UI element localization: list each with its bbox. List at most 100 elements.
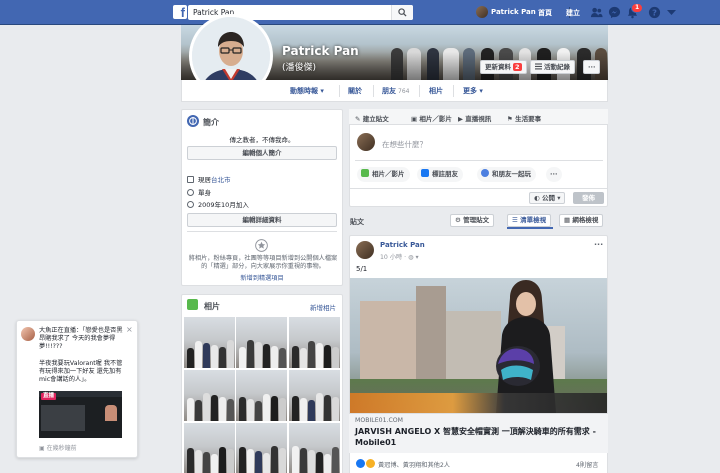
tag-friends-label: 標註朋友	[432, 170, 458, 178]
photo-thumbnail[interactable]	[236, 423, 287, 473]
photo-thumbnail[interactable]	[236, 370, 287, 421]
feeling-label: 和朋友一起玩	[492, 170, 531, 178]
search-button[interactable]	[391, 5, 413, 20]
link-domain: MOBILE01.COM	[355, 417, 404, 424]
edit-bio-button[interactable]: 編輯個人簡介	[187, 146, 337, 160]
photo-button-label: 相片／影片	[372, 170, 405, 178]
messenger-icon[interactable]	[608, 6, 621, 19]
live-popup-footer: ▣ 在幾秒鐘前	[39, 443, 77, 452]
composer-tab-create-post[interactable]: ✎ 建立貼文	[355, 113, 389, 123]
photo-thumbnail[interactable]	[236, 317, 287, 368]
activity-log-button[interactable]: 活動紀錄	[530, 60, 575, 74]
photo-video-button[interactable]: 相片／影片	[357, 167, 410, 182]
composer-divider	[355, 160, 603, 161]
help-icon[interactable]: ?	[648, 6, 661, 19]
tag-friends-button[interactable]: 標註朋友	[417, 167, 463, 182]
streamer-avatar	[21, 327, 35, 341]
photos-icon	[187, 299, 198, 310]
intro-divider	[187, 231, 337, 232]
add-featured-link[interactable]: 新增到精選項目	[181, 273, 343, 282]
post-body: 5/1	[356, 265, 368, 273]
globe-icon	[187, 115, 199, 127]
comment-count[interactable]: 4則留言	[576, 460, 599, 469]
tab-timeline[interactable]: 動態時報 ▾	[290, 86, 324, 96]
composer-tab-life-event[interactable]: ⚑ 生活要事	[507, 113, 541, 123]
friends-icon[interactable]	[590, 6, 603, 19]
intro-bio: 傳之教者，不傳我命。	[229, 136, 295, 144]
post-author-name[interactable]: Patrick Pan	[380, 241, 425, 249]
manage-posts-label: 管理貼文	[463, 216, 490, 224]
nav-create-link[interactable]: 建立	[566, 8, 580, 18]
location-city-link[interactable]: 台北市	[211, 176, 231, 184]
link-title[interactable]: JARVISH ANGELO X 智慧安全帽實測 一頂解決騎車的所有需求 - M…	[355, 426, 601, 448]
photo-thumbnail[interactable]	[184, 370, 235, 421]
cover-more-button[interactable]: ···	[583, 60, 601, 74]
public-globe-icon: ◍ ▾	[408, 254, 419, 261]
featured-description: 將相片，粉絲專頁，社團等等項目新增到公開個人檔案的「精選」部分，向大家展示你重視…	[188, 255, 338, 270]
location-prefix: 現居	[198, 176, 211, 184]
photo-thumbnail[interactable]	[184, 317, 235, 368]
intro-title: 簡介	[203, 118, 219, 127]
svg-text:?: ?	[652, 7, 657, 17]
photo-thumbnail[interactable]	[289, 423, 340, 473]
facebook-logo-icon[interactable]: f	[173, 5, 187, 19]
privacy-selector[interactable]: ◐ 公開 ▾	[529, 192, 566, 204]
grid-view-button[interactable]: ▦ 網格檢視	[559, 214, 604, 227]
photo-thumbnail[interactable]	[184, 423, 235, 473]
tab-friends[interactable]: 朋友 764	[382, 86, 409, 96]
live-message-title: 大魚正在直播：「戀愛也是否黑昂賭我求了 今天的我會夢得夢!!!???	[39, 327, 123, 350]
composer-tab-photo[interactable]: ▣ 相片／影片	[411, 113, 452, 123]
activity-log-label: 活動紀錄	[544, 63, 570, 71]
nav-profile-link[interactable]: Patrick Pan	[491, 8, 536, 16]
update-info-button[interactable]: 更新資料 2	[480, 60, 527, 74]
post-time: 10 小時 ·	[380, 254, 409, 261]
notification-count-badge: 1	[631, 3, 644, 13]
edit-details-button[interactable]: 編輯詳細資料	[187, 213, 337, 227]
nav-home-link[interactable]: 首頁	[538, 8, 552, 18]
feeling-icon	[481, 169, 489, 177]
reaction-summary[interactable]: 黃冠博、黃羽翔和其他2人	[378, 460, 450, 469]
heart-icon	[187, 189, 194, 196]
post-timestamp[interactable]: 10 小時 · ◍ ▾	[380, 252, 419, 261]
post-button[interactable]: 發佈	[573, 192, 604, 204]
close-popup-icon[interactable]: ×	[126, 325, 133, 334]
add-photos-link[interactable]: 新增相片	[310, 302, 336, 312]
joined-date: 2009年10月加入	[198, 201, 249, 209]
create-post-label: 建立貼文	[362, 115, 389, 123]
privacy-label: 公開 ▾	[541, 194, 561, 202]
live-message-body: 半夜我要玩Valorant喔 我不管 有玩得來加一下好友 還先加有mic會講話的…	[39, 360, 123, 383]
composer-avatar	[357, 133, 375, 151]
friends-count: 764	[398, 88, 410, 95]
like-reaction-icon	[356, 459, 365, 468]
tab-about[interactable]: 關於	[348, 86, 362, 96]
composer-tab-live[interactable]: ▶ 直播視訊	[458, 113, 491, 123]
composer-input[interactable]: 在想些什麼？	[382, 139, 427, 150]
manage-posts-button[interactable]: ⚙ 管理貼文	[450, 214, 495, 227]
list-view-button[interactable]: ☰ 清單檢視	[507, 214, 552, 227]
photo-thumbnail[interactable]	[289, 317, 340, 368]
posts-heading: 貼文	[350, 218, 364, 226]
update-info-label: 更新資料	[485, 63, 511, 71]
tag-friends-icon	[421, 169, 429, 177]
profile-name[interactable]: Patrick Pan	[282, 44, 359, 58]
live-badge: 直播	[41, 393, 57, 400]
profile-tabs: 動態時報 ▾ 關於 朋友 764 相片 更多 ▾	[181, 80, 608, 102]
tab-friends-label: 朋友	[382, 87, 396, 95]
account-menu-chevron-icon[interactable]	[667, 9, 676, 16]
feeling-activity-button[interactable]: 和朋友一起玩	[477, 167, 536, 182]
video-camera-icon: ▣	[39, 445, 47, 452]
post-author-avatar[interactable]	[356, 241, 374, 259]
haha-reaction-icon	[366, 459, 375, 468]
nav-avatar[interactable]	[476, 6, 488, 18]
link-preview-image[interactable]	[350, 278, 607, 413]
list-view-label: 清單檢視	[520, 216, 547, 224]
tab-more[interactable]: 更多 ▾	[463, 86, 483, 96]
search-icon	[398, 8, 407, 17]
tab-photos[interactable]: 相片	[429, 86, 443, 96]
photo-thumbnail[interactable]	[289, 370, 340, 421]
list-icon	[535, 63, 542, 70]
post-options-button[interactable]: ···	[594, 240, 603, 249]
photos-title: 相片	[204, 302, 220, 311]
grid-view-label: 網格檢視	[572, 216, 599, 224]
live-video-label: 直播視訊	[465, 115, 492, 123]
